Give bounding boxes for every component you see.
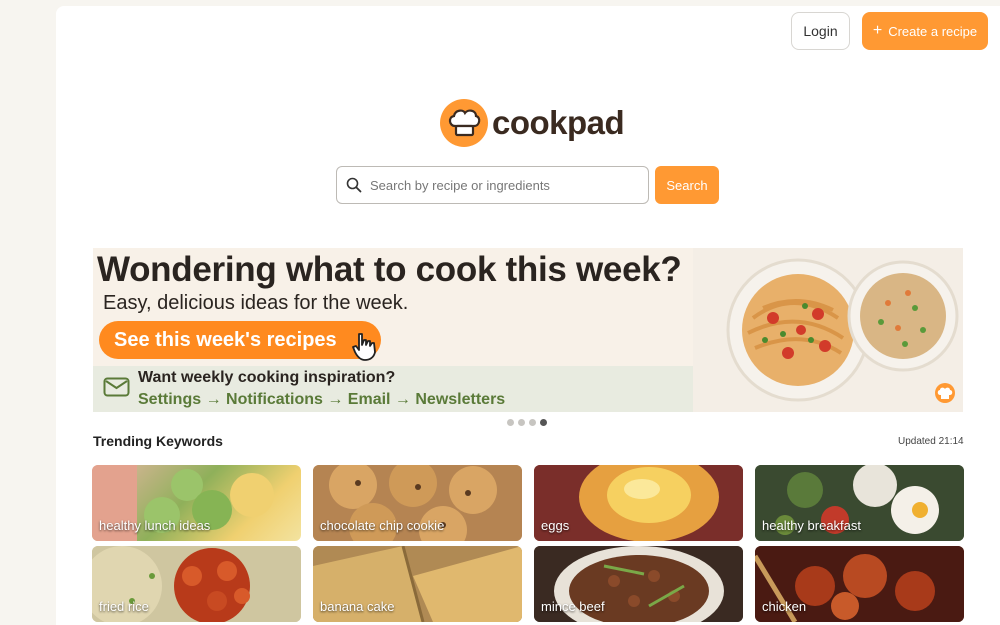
create-recipe-button[interactable]: + Create a recipe [862, 12, 988, 50]
keyword-label: banana cake [320, 599, 395, 614]
search-icon [346, 177, 362, 193]
banner-cookpad-logo: cookpad [931, 382, 959, 412]
keyword-label: chicken [762, 599, 807, 614]
keyword-tile[interactable]: chicken [755, 546, 964, 622]
login-button[interactable]: Login [791, 12, 850, 50]
carousel-dot[interactable] [518, 419, 525, 426]
keyword-label: chocolate chip cookie [320, 518, 445, 533]
banner-headline: Wondering what to cook this week? [97, 250, 682, 289]
keyword-tile[interactable]: fried rice [92, 546, 301, 622]
carousel-dots [507, 419, 547, 426]
mail-icon [103, 377, 130, 397]
keyword-label: healthy breakfast [762, 518, 862, 533]
carousel-dot-active[interactable] [540, 419, 547, 426]
keyword-label: healthy lunch ideas [99, 518, 211, 533]
keyword-tile[interactable]: healthy lunch ideas [92, 465, 301, 541]
newsletter-path: Settings → Notifications → Email → Newsl… [138, 391, 506, 408]
newsletter-title: Want weekly cooking inspiration? [138, 369, 396, 386]
updated-time: Updated 21:14 [898, 436, 964, 447]
banner-subheadline: Easy, delicious ideas for the week. [103, 292, 409, 314]
logo-text: cookpad [492, 104, 625, 141]
carousel-dot[interactable] [507, 419, 514, 426]
keyword-label: mince beef [541, 599, 605, 614]
keyword-label: eggs [541, 518, 570, 533]
search-box[interactable] [336, 166, 649, 204]
trending-keywords-title: Trending Keywords [93, 433, 223, 449]
plus-icon: + [872, 22, 883, 39]
carousel-dot[interactable] [529, 419, 536, 426]
keyword-tile[interactable]: chocolate chip cookie [313, 465, 522, 541]
chef-hat-icon [440, 99, 488, 147]
keyword-label: fried rice [99, 599, 149, 614]
keyword-tile[interactable]: eggs [534, 465, 743, 541]
create-recipe-label: Create a recipe [888, 23, 978, 39]
promo-banner[interactable]: Wondering what to cook this week? Easy, … [93, 248, 963, 412]
search-button[interactable]: Search [655, 166, 719, 204]
food-plates-image [693, 248, 963, 412]
keyword-tile[interactable]: mince beef [534, 546, 743, 622]
search-input[interactable] [370, 177, 640, 193]
keyword-tile[interactable]: banana cake [313, 546, 522, 622]
pointer-hand-icon [352, 330, 376, 361]
keyword-tile[interactable]: healthy breakfast [755, 465, 964, 541]
banner-cta-button[interactable]: See this week's recipes [99, 321, 381, 359]
cookpad-logo[interactable]: cookpad [440, 99, 625, 147]
